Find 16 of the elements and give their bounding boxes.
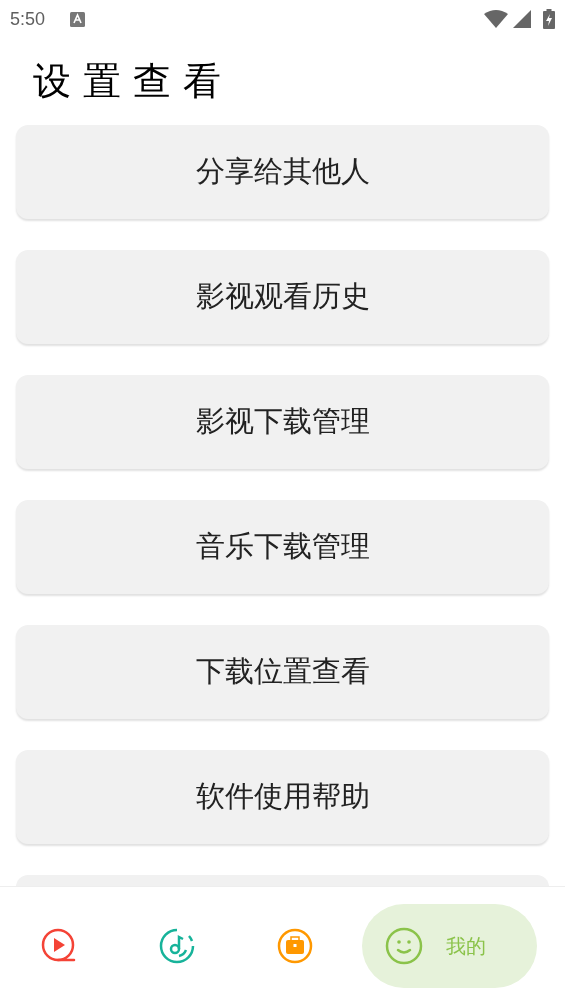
menu-button[interactable]: 下载位置查看 — [16, 625, 549, 719]
battery-icon — [543, 9, 555, 29]
play-icon — [41, 927, 77, 964]
menu-button[interactable]: 分享给其他人 — [16, 125, 549, 219]
menu-button[interactable]: 影视观看历史 — [16, 250, 549, 344]
status-time: 5:50 — [10, 7, 46, 31]
keyboard-icon — [70, 11, 86, 27]
menu-button[interactable]: 音乐下载管理 — [16, 500, 549, 594]
menu-button[interactable]: 影视下载管理 — [16, 375, 549, 469]
smiley-icon — [385, 926, 423, 965]
menu-button[interactable]: 软件使用帮助 — [16, 750, 549, 844]
wifi-icon — [484, 10, 508, 28]
signal-icon — [513, 10, 531, 28]
music-disc-icon — [159, 927, 195, 964]
page-title: 设置查看 — [33, 58, 233, 105]
briefcase-icon — [277, 927, 313, 964]
